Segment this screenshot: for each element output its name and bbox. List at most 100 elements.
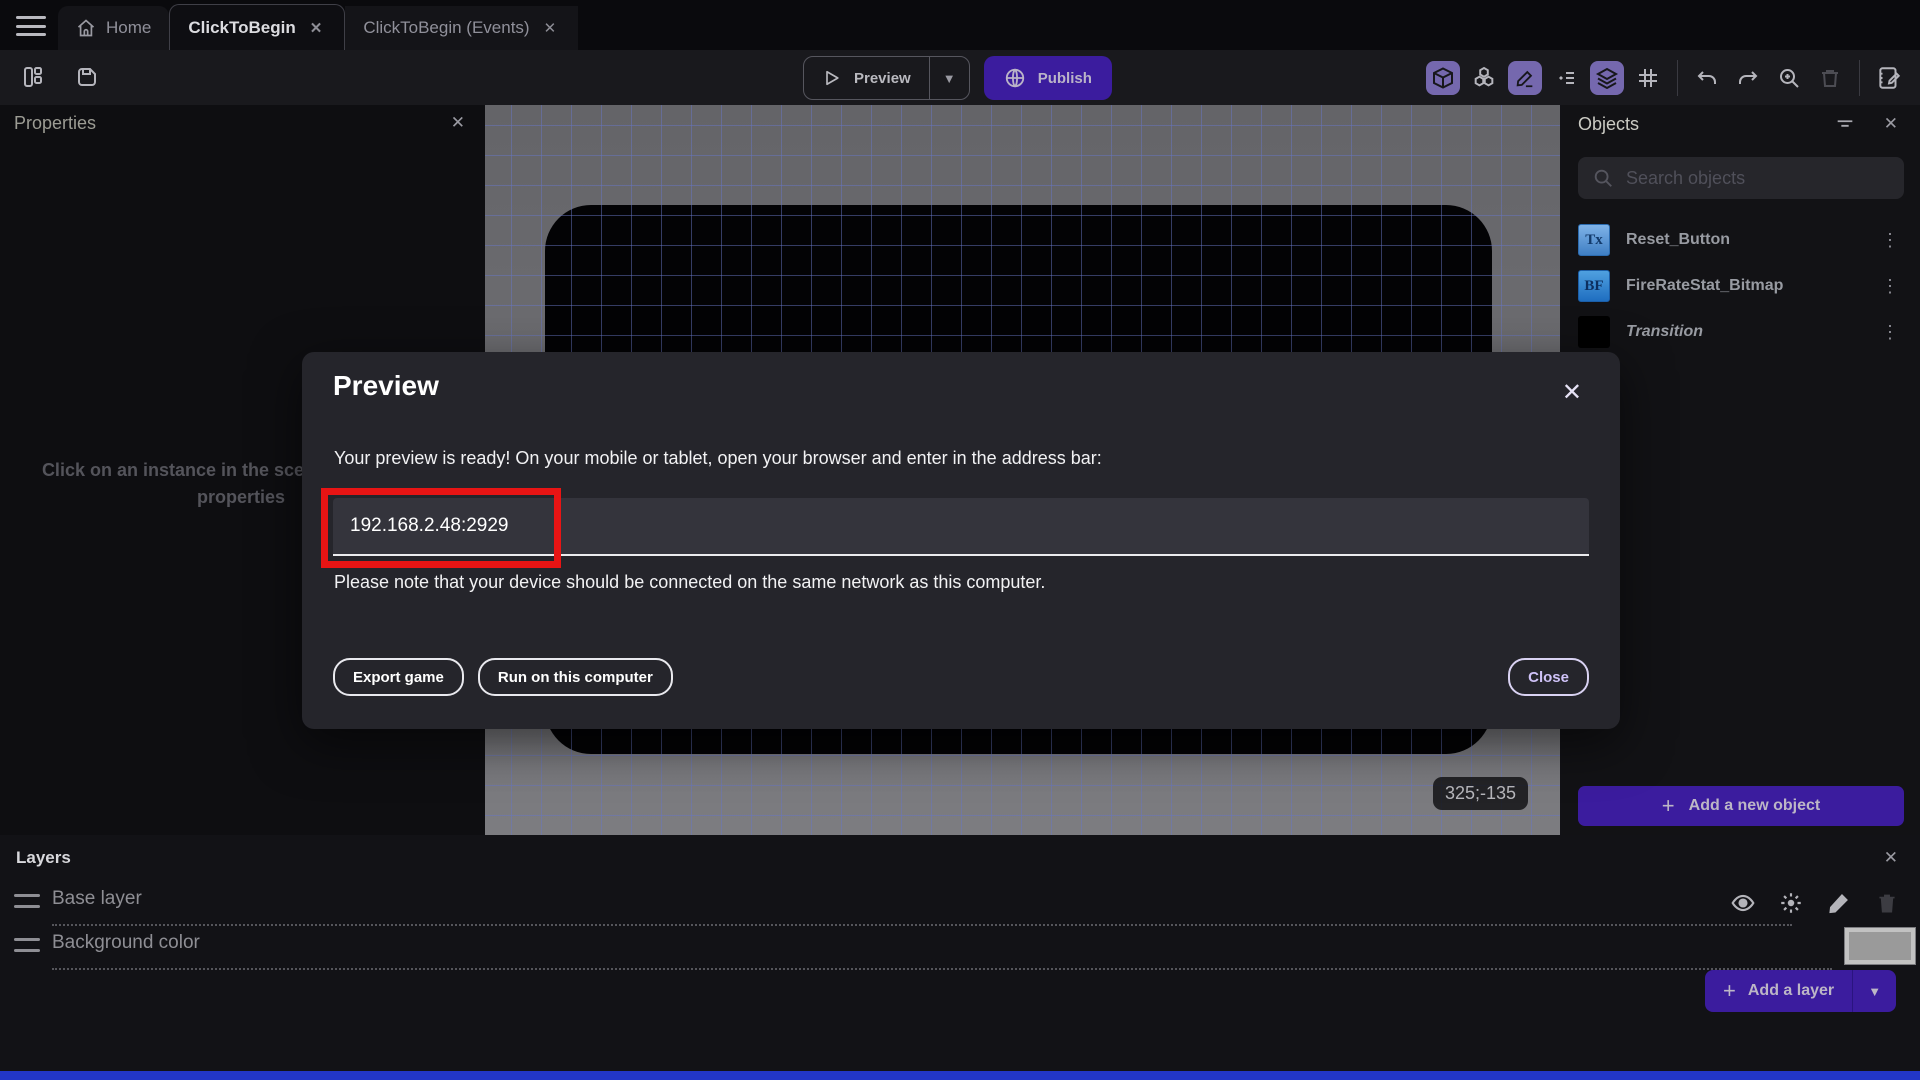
object-row-transition[interactable]: Transition ⋮ — [1562, 309, 1920, 355]
layers-panel-button[interactable] — [1590, 61, 1624, 95]
run-on-this-computer-button[interactable]: Run on this computer — [477, 658, 673, 696]
dialog-actions: Export game Run on this computer Close — [333, 658, 1589, 696]
bottom-accent-strip — [0, 1071, 1920, 1080]
preview-button[interactable]: Preview — [804, 57, 929, 99]
home-icon — [77, 19, 95, 37]
objects-panel-close-icon[interactable]: ✕ — [1878, 112, 1904, 136]
scene-properties-button[interactable] — [1872, 61, 1906, 95]
redo-icon — [1739, 71, 1758, 84]
layer-effects-button[interactable] — [1776, 888, 1806, 918]
main-menu-button[interactable] — [14, 12, 48, 40]
dialog-close-icon[interactable]: ✕ — [1554, 374, 1590, 411]
trash-icon — [1822, 70, 1838, 87]
layers-panel-title: Layers — [16, 848, 71, 867]
object-row-fireratestat-bitmap[interactable]: BF FireRateStat_Bitmap ⋮ — [1562, 263, 1920, 309]
zoom-in-icon — [1780, 69, 1799, 88]
toolbar-right — [1426, 60, 1906, 96]
text-object-icon: Tx — [1578, 224, 1610, 256]
close-button[interactable]: Close — [1508, 658, 1589, 696]
add-layer-options-button[interactable]: ▼ — [1852, 970, 1896, 1012]
drag-handle-icon[interactable] — [14, 938, 40, 952]
effects-sun-icon — [1781, 893, 1801, 913]
layer-visibility-button[interactable] — [1728, 888, 1758, 918]
publish-button-label: Publish — [1037, 69, 1092, 87]
gdevelop-window: Home ClickToBegin ✕ ClickToBegin (Events… — [0, 0, 1920, 1080]
background-color-swatch[interactable] — [1844, 927, 1916, 965]
instances-list-button[interactable] — [1549, 61, 1583, 95]
layer-row-base[interactable]: Base layer — [0, 882, 1920, 926]
export-game-button[interactable]: Export game — [333, 658, 464, 696]
delete-button[interactable] — [1813, 61, 1847, 95]
instances-list-icon — [1559, 72, 1574, 84]
save-button[interactable] — [70, 60, 104, 94]
toolbar-divider — [1859, 60, 1860, 96]
layer-row-background-color[interactable]: Background color — [0, 926, 1920, 970]
toggle-3d-view-button[interactable] — [1426, 61, 1460, 95]
preview-button-group: Preview ▼ — [803, 56, 970, 100]
preview-address-value: 192.168.2.48:2929 — [350, 515, 509, 536]
undo-button[interactable] — [1690, 61, 1724, 95]
preview-dialog: Preview ✕ Your preview is ready! On your… — [302, 352, 1620, 729]
layers-icon — [1595, 67, 1619, 89]
object-menu-icon[interactable]: ⋮ — [1877, 230, 1904, 251]
tab-events-close-icon[interactable]: ✕ — [540, 17, 561, 39]
publish-button[interactable]: Publish — [983, 56, 1112, 100]
cube-3d-icon — [1433, 67, 1453, 89]
tab-bar: Home ClickToBegin ✕ ClickToBegin (Events… — [0, 0, 1920, 50]
toolbar-center: Preview ▼ Publish — [803, 56, 1112, 100]
objects-panel-title: Objects — [1578, 113, 1640, 134]
tab-scene-label: ClickToBegin — [188, 17, 296, 37]
tab-scene-close-icon[interactable]: ✕ — [306, 17, 327, 39]
search-icon — [1594, 169, 1612, 187]
object-menu-icon[interactable]: ⋮ — [1877, 276, 1904, 297]
object-menu-icon[interactable]: ⋮ — [1877, 322, 1904, 343]
edit-mode-button[interactable] — [1508, 61, 1542, 95]
eye-icon — [1731, 894, 1755, 912]
add-layer-button-group: + Add a layer ▼ — [1705, 970, 1897, 1012]
bitmap-font-object-icon: BF — [1578, 270, 1610, 302]
pencil-icon — [1516, 70, 1533, 88]
dialog-note: Please note that your device should be c… — [334, 572, 1046, 592]
plus-icon: + — [1661, 793, 1675, 818]
preview-options-button[interactable]: ▼ — [928, 57, 969, 99]
objects-editor-button[interactable] — [1467, 61, 1501, 95]
trash-icon — [1879, 894, 1895, 913]
objects-search-input[interactable]: Search objects — [1578, 157, 1904, 199]
add-new-object-button[interactable]: + Add a new object — [1578, 786, 1904, 826]
save-icon — [78, 68, 96, 86]
tab-home[interactable]: Home — [58, 6, 170, 50]
globe-icon — [1005, 68, 1024, 88]
object-row-reset-button[interactable]: Tx Reset_Button ⋮ — [1562, 217, 1920, 263]
objects-filter-button[interactable] — [1834, 113, 1856, 135]
tab-events-label: ClickToBegin (Events) — [363, 18, 530, 37]
redo-button[interactable] — [1731, 61, 1765, 95]
preview-address-input[interactable]: 192.168.2.48:2929 — [321, 488, 1589, 568]
dialog-message: Your preview is ready! On your mobile or… — [334, 448, 1102, 468]
grid-button[interactable] — [1631, 61, 1665, 95]
filter-icon — [1837, 120, 1853, 127]
layer-edit-button[interactable] — [1824, 888, 1854, 918]
tab-home-label: Home — [106, 18, 152, 37]
properties-panel-close-icon[interactable]: ✕ — [445, 111, 471, 135]
tab-scene[interactable]: ClickToBegin ✕ — [169, 4, 346, 50]
chevron-down-icon: ▼ — [942, 70, 956, 86]
layer-delete-button[interactable] — [1872, 888, 1902, 918]
add-layer-button[interactable]: + Add a layer — [1705, 970, 1852, 1012]
object-name: FireRateStat_Bitmap — [1626, 277, 1784, 294]
pencil-icon — [1829, 894, 1848, 914]
add-new-object-label: Add a new object — [1688, 797, 1821, 814]
preview-button-label: Preview — [854, 69, 911, 87]
grid-icon — [1639, 69, 1657, 87]
project-manager-button[interactable] — [16, 60, 50, 94]
layer-name: Background color — [52, 932, 200, 953]
tab-events[interactable]: ClickToBegin (Events) ✕ — [345, 6, 579, 50]
drag-handle-icon[interactable] — [14, 894, 40, 908]
zoom-button[interactable] — [1772, 61, 1806, 95]
sprite-object-icon — [1578, 316, 1610, 348]
layers-panel-close-icon[interactable]: ✕ — [1878, 846, 1904, 870]
layers-panel: Layers ✕ Base layer Background color + A… — [0, 838, 1920, 1080]
object-name: Reset_Button — [1626, 231, 1731, 248]
chevron-down-icon: ▼ — [1868, 983, 1882, 999]
objects-list: Tx Reset_Button ⋮ BF FireRateStat_Bitmap… — [1562, 217, 1920, 355]
properties-panel-title: Properties — [14, 112, 97, 133]
